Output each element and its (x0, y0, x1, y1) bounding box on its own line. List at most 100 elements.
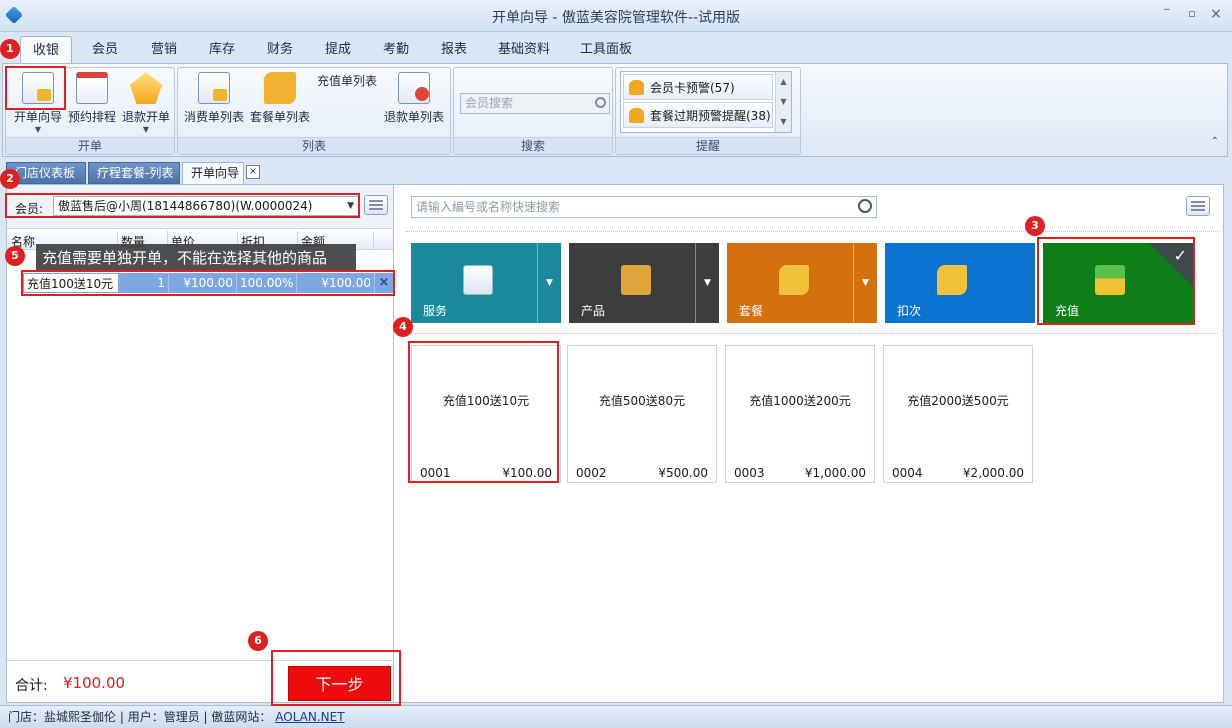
chevron-down-icon[interactable]: ▼ (853, 243, 877, 323)
group-lists: 消费单列表 套餐单列表 充值单列表 退款单列表 列表 (177, 67, 451, 264)
tab-tools[interactable]: 工具面板 (574, 36, 638, 64)
step-marker: 5 (5, 246, 25, 266)
category-service[interactable]: 服务 ▼ (411, 243, 561, 323)
refund-list-icon (398, 72, 430, 104)
category-product-label: 产品 (581, 304, 606, 318)
search-icon[interactable] (595, 97, 606, 108)
item-card[interactable]: 充值2000送500元 0004 ¥2,000.00 (883, 345, 1033, 483)
tab-marketing[interactable]: 营销 (142, 36, 186, 64)
tab-reports[interactable]: 报表 (432, 36, 476, 64)
member-search-input[interactable]: 会员搜索 (460, 93, 610, 114)
menu-icon (1191, 201, 1205, 203)
item-code: 0002 (576, 466, 607, 480)
search-icon[interactable] (858, 199, 872, 213)
category-package[interactable]: 套餐 ▼ (727, 243, 877, 323)
chevron-down-icon: ▼ (34, 125, 42, 134)
item-name: 充值2000送500元 (907, 394, 1009, 408)
recharge-list-button[interactable]: 充值单列表 (315, 72, 379, 264)
category-service-label: 服务 (423, 304, 448, 318)
refund-icon (130, 72, 162, 104)
quick-search-input[interactable]: 请输入编号或名称快速搜索 (411, 196, 877, 218)
close-window-button[interactable]: × (1207, 6, 1225, 22)
item-card[interactable]: 充值500送80元 0002 ¥500.00 (567, 345, 717, 483)
minimize-button[interactable]: ‾ (1158, 6, 1176, 22)
chevron-down-icon: ▼ (142, 125, 150, 134)
total-label: 合计: (15, 678, 48, 694)
collapse-ribbon-icon[interactable]: ⌃ (1211, 136, 1219, 147)
tab-member[interactable]: 会员 (84, 36, 126, 64)
puzzle-icon (779, 265, 809, 295)
tab-attendance[interactable]: 考勤 (374, 36, 418, 64)
quick-search-placeholder: 请输入编号或名称快速搜索 (416, 200, 561, 214)
highlight-box (408, 341, 559, 483)
item-price: ¥1,000.00 (804, 466, 866, 480)
group-alerts-label: 提醒 (616, 137, 800, 154)
receipt-list-icon (198, 72, 230, 104)
product-box-icon (621, 265, 651, 295)
refund-list-label: 退款单列表 (383, 110, 444, 124)
view-menu-button[interactable] (1186, 196, 1210, 216)
alert-card-warning[interactable]: 会员卡预警(57) (623, 74, 773, 100)
window-title: 开单向导 - 傲蓝美容院管理软件--试用版 (491, 10, 741, 26)
alert-package-expiry[interactable]: 套餐过期预警提醒(38) (623, 102, 773, 128)
consumption-list-label: 消费单列表 (183, 110, 244, 124)
category-product[interactable]: 产品 ▼ (569, 243, 719, 323)
refund-order-button[interactable]: 退款开单 ▼ (119, 72, 173, 135)
recharge-list-label: 充值单列表 (316, 74, 377, 88)
category-deduct-label: 扣次 (897, 304, 922, 318)
step-marker: 1 (0, 39, 20, 59)
tab-finance[interactable]: 财务 (258, 36, 302, 64)
alert-package-expiry-label: 套餐过期预警提醒(38) (650, 109, 771, 123)
package-list-icon (264, 72, 296, 104)
divider (406, 231, 1218, 232)
calendar-icon (76, 72, 108, 104)
item-price: ¥2,000.00 (962, 466, 1024, 480)
order-wizard-label: 开单向导 (13, 110, 62, 124)
group-search-label: 搜索 (454, 137, 612, 154)
item-code: 0004 (892, 466, 923, 480)
item-name: 充值1000送200元 (749, 394, 851, 408)
doctab-order-wizard[interactable]: 开单向导 (182, 162, 244, 184)
chevron-down-icon[interactable]: ▼ (537, 243, 561, 323)
ribbon-tabs: 收银 会员 营销 库存 财务 提成 考勤 报表 基础资料 工具面板 (0, 32, 1232, 64)
maximize-button[interactable]: ▫ (1183, 6, 1201, 22)
doctab-packages[interactable]: 疗程套餐-列表 (88, 162, 180, 184)
group-search: 会员搜索 搜索 (453, 67, 613, 155)
member-menu-button[interactable] (364, 195, 388, 215)
site-link[interactable]: AOLAN.NET (275, 710, 344, 724)
step-marker: 2 (0, 169, 20, 189)
consumption-list-button[interactable]: 消费单列表 (182, 72, 246, 125)
step-marker: 6 (248, 631, 268, 651)
group-alerts: 会员卡预警(57) 套餐过期预警提醒(38) ▲ ▼ ▼ 提醒 (615, 67, 801, 155)
package-list-button[interactable]: 套餐单列表 (248, 72, 312, 125)
category-package-label: 套餐 (739, 304, 764, 318)
ribbon: 开单向导 ▼ 预约排程 退款开单 ▼ 开单 消费单列表 套餐单列表 充值单列表 (2, 63, 1228, 264)
item-price: ¥500.00 (658, 466, 708, 480)
tab-commission[interactable]: 提成 (316, 36, 360, 64)
appointment-button[interactable]: 预约排程 (66, 72, 118, 125)
appointment-label: 预约排程 (67, 110, 116, 124)
chevron-down-icon[interactable]: ▼ (695, 243, 719, 323)
group-lists-label: 列表 (178, 137, 450, 154)
item-name: 充值500送80元 (598, 394, 686, 408)
close-icon[interactable]: × (246, 165, 260, 179)
package-list-label: 套餐单列表 (249, 110, 310, 124)
highlight-box (5, 66, 66, 110)
tab-cashier[interactable]: 收银 (20, 36, 72, 64)
highlight-box (271, 650, 401, 706)
total-value: ¥100.00 (63, 674, 126, 692)
bell-icon (629, 80, 644, 95)
status-store: 门店：盐城熙圣伽伦 (8, 710, 117, 724)
bell-icon (629, 108, 644, 123)
tab-basic-data[interactable]: 基础资料 (492, 36, 556, 64)
category-deduct[interactable]: 扣次 (885, 243, 1035, 323)
tab-inventory[interactable]: 库存 (200, 36, 244, 64)
title-bar: 开单向导 - 傲蓝美容院管理软件--试用版 ‾ ▫ × (0, 0, 1232, 32)
service-icon (463, 265, 493, 295)
alert-scrollbar[interactable]: ▲ ▼ ▼ (775, 72, 791, 132)
highlight-box (1037, 237, 1195, 325)
refund-list-button[interactable]: 退款单列表 (382, 72, 446, 125)
puzzle-icon (937, 265, 967, 295)
item-code: 0003 (734, 466, 765, 480)
item-card[interactable]: 充值1000送200元 0003 ¥1,000.00 (725, 345, 875, 483)
